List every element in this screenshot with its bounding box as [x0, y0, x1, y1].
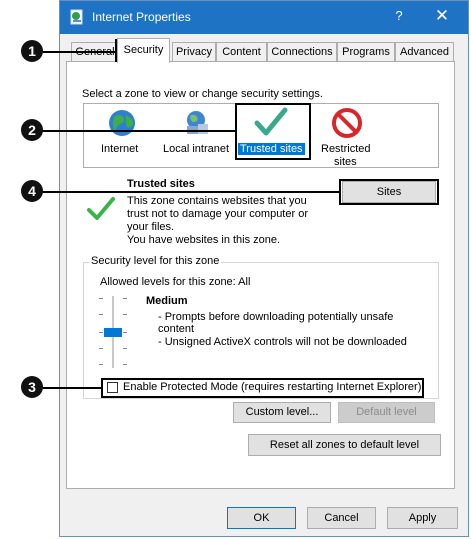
tab-privacy[interactable]: Privacy: [172, 42, 216, 62]
tab-connections[interactable]: Connections: [267, 42, 337, 62]
callout-1-line: [38, 51, 116, 53]
protected-mode-highlight: [101, 378, 424, 398]
default-level-button[interactable]: Default level: [338, 402, 435, 423]
callout-2: 2: [21, 119, 43, 141]
trusted-checkmark-large-icon: [87, 197, 115, 220]
slider-thumb[interactable]: [104, 328, 122, 337]
zone-info-line-2: trust not to damage your computer or: [127, 208, 308, 220]
zone-restricted-label-1[interactable]: Restricted: [321, 143, 371, 155]
apply-button[interactable]: Apply: [387, 507, 458, 529]
tab-security[interactable]: Security: [117, 38, 170, 63]
zone-info-line-3: your files.: [127, 221, 175, 233]
callout-3: 3: [21, 376, 43, 398]
callout-1: 1: [21, 40, 43, 62]
zone-info-line-1: This zone contains websites that you: [127, 195, 307, 207]
zone-info-line-4: You have websites in this zone.: [127, 234, 281, 246]
intranet-icon[interactable]: [181, 107, 213, 139]
level-bullet-1b: content: [158, 323, 195, 335]
window-title: Internet Properties: [92, 10, 191, 24]
level-bullet-2: - Unsigned ActiveX controls will not be …: [158, 336, 407, 348]
zone-info-title: Trusted sites: [127, 178, 195, 190]
security-level-name: Medium: [146, 295, 188, 307]
zone-local-intranet-label[interactable]: Local intranet: [163, 143, 229, 155]
reset-all-zones-button[interactable]: Reset all zones to default level: [248, 434, 441, 456]
zone-prompt: Select a zone to view or change security…: [82, 88, 323, 100]
sites-button-highlight: [339, 179, 439, 205]
zone-restricted-label-2[interactable]: sites: [334, 156, 357, 168]
restricted-icon[interactable]: [331, 107, 363, 139]
allowed-levels-text: Allowed levels for this zone: All: [100, 276, 251, 288]
callout-2-line: [38, 130, 236, 132]
close-button[interactable]: ✕: [430, 6, 454, 28]
tab-advanced[interactable]: Advanced: [395, 42, 454, 62]
cancel-button[interactable]: Cancel: [307, 507, 376, 529]
tab-programs[interactable]: Programs: [337, 42, 395, 62]
help-button[interactable]: ?: [388, 8, 410, 26]
zone-internet-label[interactable]: Internet: [101, 143, 138, 155]
security-level-legend: Security level for this zone: [89, 255, 222, 267]
callout-4: 4: [21, 180, 43, 202]
security-level-slider[interactable]: [99, 296, 127, 368]
custom-level-button[interactable]: Custom level...: [233, 402, 331, 423]
trusted-zone-highlight: [235, 103, 311, 160]
level-bullet-1a: - Prompts before downloading potentially…: [158, 311, 394, 323]
callout-3-line: [38, 387, 102, 389]
tab-content[interactable]: Content: [216, 42, 267, 62]
ok-button[interactable]: OK: [227, 507, 296, 529]
internet-properties-icon: [70, 9, 83, 25]
callout-4-line: [38, 191, 340, 193]
globe-icon[interactable]: [106, 107, 138, 139]
